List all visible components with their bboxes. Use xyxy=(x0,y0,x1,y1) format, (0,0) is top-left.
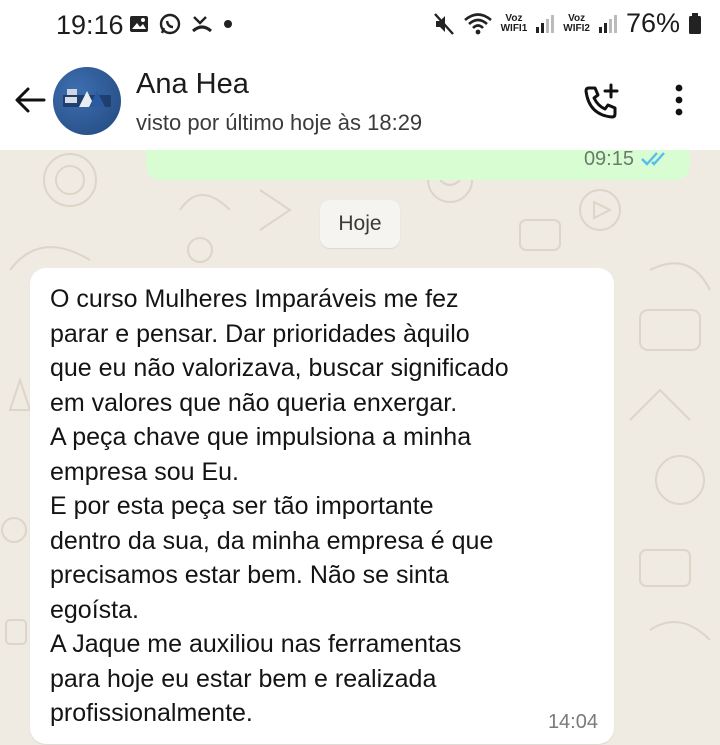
avatar[interactable] xyxy=(53,67,121,135)
chat-header: Ana Hea visto por último hoje às 18:29 xyxy=(0,52,720,150)
notification-icons xyxy=(128,12,234,36)
dot-icon xyxy=(224,20,232,28)
battery-percent: 76% xyxy=(625,8,680,38)
system-icons: Voz WIFI1 Voz WIFI2 76% xyxy=(433,8,702,39)
whatsapp-icon xyxy=(159,13,181,35)
company-logo-icon xyxy=(63,89,111,107)
sim1-label: Voz WIFI1 xyxy=(500,12,528,34)
message-text: O curso Mulheres Imparáveis me fez parar… xyxy=(50,285,509,727)
gallery-icon xyxy=(130,16,148,32)
add-call-icon[interactable] xyxy=(581,82,621,122)
date-separator: Hoje xyxy=(320,200,400,248)
message-time: 09:15 xyxy=(583,150,634,170)
wifi-icon xyxy=(463,12,492,34)
more-options-icon[interactable] xyxy=(667,82,691,122)
message-time: 14:04 xyxy=(547,711,598,733)
mute-icon xyxy=(433,12,454,35)
sim2-label: Voz WIFI2 xyxy=(563,12,590,34)
last-seen-status: visto por último hoje às 18:29 xyxy=(136,110,423,135)
contact-name[interactable]: Ana Hea xyxy=(136,68,249,101)
signal-icon xyxy=(536,14,555,33)
double-check-read-icon xyxy=(641,152,665,166)
status-time: 19:16 xyxy=(56,10,124,40)
chat-area[interactable]: 09:15 Hoje O curso Mulheres Imparáveis m… xyxy=(0,150,720,745)
signal-icon xyxy=(598,14,617,33)
previous-outgoing-message[interactable]: 09:15 xyxy=(146,150,690,180)
battery-icon xyxy=(689,12,701,34)
status-bar: 19:16 Voz WIFI1 Voz WIFI2 76% xyxy=(0,0,720,52)
back-arrow-icon[interactable] xyxy=(12,82,48,118)
incoming-message[interactable]: O curso Mulheres Imparáveis me fez parar… xyxy=(30,268,614,744)
missed-call-icon xyxy=(192,16,212,33)
